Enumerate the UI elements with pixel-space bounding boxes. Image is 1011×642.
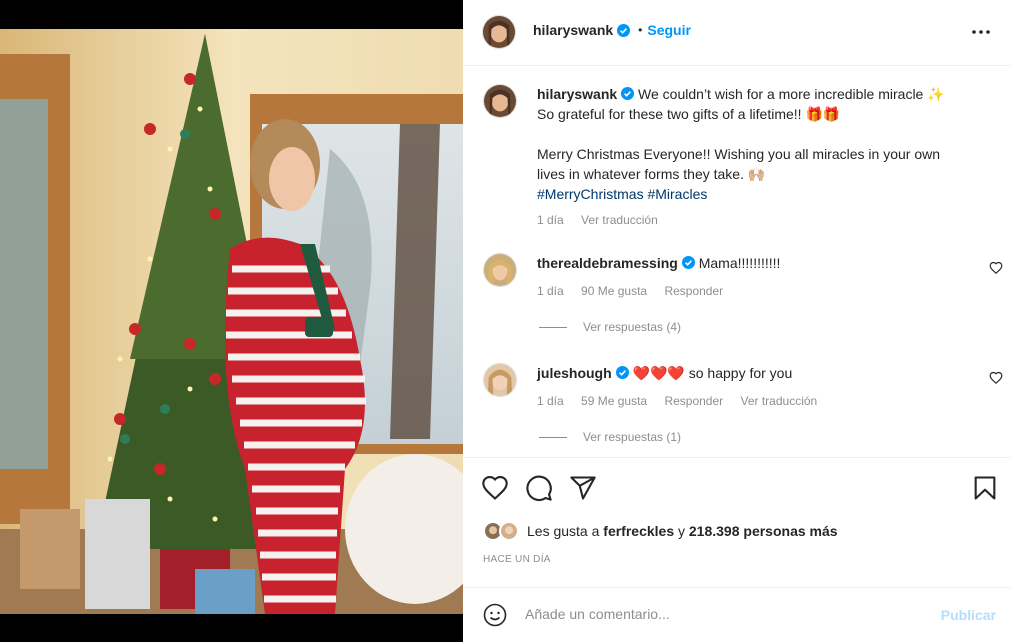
comment-age: 1 día (537, 394, 564, 408)
post-timestamp[interactable]: HACE UN DÍA (483, 554, 551, 565)
comment-username[interactable]: therealdebramessing (537, 255, 678, 271)
reply-button[interactable]: Responder (664, 394, 723, 408)
publish-button[interactable]: Publicar (941, 607, 996, 623)
comment-text: Mama!!!!!!!!!!! (698, 255, 781, 271)
caption-text: hilaryswank We couldn’t wish for a more … (537, 84, 997, 230)
comment-body: juleshough ❤️❤️❤️ so happy for you 1 día… (537, 363, 967, 411)
caption-translate-link[interactable]: Ver traducción (581, 213, 658, 227)
likes-connector: y (678, 523, 685, 539)
replies-divider (539, 436, 567, 438)
comments-list[interactable]: hilaryswank We couldn’t wish for a more … (463, 66, 1011, 457)
caption-hashtags[interactable]: #MerryChristmas #Miracles (537, 184, 997, 204)
comment-translate-link[interactable]: Ver traducción (741, 394, 818, 408)
comment-username[interactable]: juleshough (537, 365, 612, 381)
liker-avatar (499, 521, 519, 541)
caption-avatar[interactable] (483, 84, 517, 118)
comment-bubble-icon[interactable] (525, 474, 553, 502)
follow-button[interactable]: Seguir (647, 22, 691, 38)
verified-badge-icon (615, 366, 629, 379)
verified-badge-icon (617, 23, 631, 37)
post-header: hilaryswank • Seguir (463, 0, 1011, 66)
comment-body: therealdebramessing Mama!!!!!!!!!!! 1 dí… (537, 253, 967, 301)
photo-illustration (0, 29, 463, 614)
post-side-panel: hilaryswank • Seguir hilaryswank We coul… (463, 0, 1011, 642)
reply-button[interactable]: Responder (664, 284, 723, 298)
caption-meta: 1 día Ver traducción (537, 210, 997, 230)
post-photo[interactable] (0, 29, 463, 614)
caption-age: 1 día (537, 213, 564, 227)
author-avatar[interactable] (482, 15, 516, 49)
comment-like-heart-icon[interactable] (989, 371, 1003, 385)
likes-summary[interactable]: Les gusta a ferfreckles y 218.398 person… (483, 520, 838, 542)
add-comment-input[interactable] (525, 606, 925, 622)
comment-likes[interactable]: 90 Me gusta (581, 284, 647, 298)
caption-username[interactable]: hilaryswank (537, 86, 617, 102)
caption-line-1: We couldn’t wish for a more incredible m… (638, 86, 945, 102)
save-bookmark-icon[interactable] (971, 474, 999, 502)
author-username[interactable]: hilaryswank (533, 22, 613, 38)
comment-meta: 1 día 90 Me gusta Responder (537, 281, 967, 301)
comment-likes[interactable]: 59 Me gusta (581, 394, 647, 408)
verified-badge-icon (681, 256, 695, 269)
likes-others[interactable]: 218.398 personas más (689, 523, 838, 539)
emoji-smile-icon[interactable] (483, 603, 507, 627)
add-comment-bar: Publicar (463, 587, 1011, 642)
likes-prefix: Les gusta a (527, 523, 600, 539)
caption-line-2: So grateful for these two gifts of a lif… (537, 106, 841, 122)
view-replies-label[interactable]: Ver respuestas (4) (583, 320, 681, 334)
caption-line-4: lives in whatever forms they take. 🙌🏼 (537, 166, 766, 182)
like-heart-icon[interactable] (481, 474, 509, 502)
caption-line-3: Merry Christmas Everyone!! Wishing you a… (537, 146, 941, 162)
comment-text: ❤️❤️❤️ so happy for you (632, 365, 793, 381)
more-options-icon[interactable] (971, 24, 991, 40)
comment-age: 1 día (537, 284, 564, 298)
comment-avatar[interactable] (483, 253, 517, 287)
author-line: hilaryswank • Seguir (533, 22, 691, 38)
comment-like-heart-icon[interactable] (989, 261, 1003, 275)
post-actions: Les gusta a ferfreckles y 218.398 person… (463, 457, 1011, 587)
verified-badge-icon (621, 87, 635, 100)
view-replies-button[interactable]: Ver respuestas (4) (539, 320, 681, 334)
comment-meta: 1 día 59 Me gusta Responder Ver traducci… (537, 391, 967, 411)
header-separator: • (638, 23, 643, 37)
share-send-icon[interactable] (569, 474, 597, 502)
replies-divider (539, 326, 567, 328)
likes-user[interactable]: ferfreckles (603, 523, 674, 539)
comment-avatar[interactable] (483, 363, 517, 397)
post-media (0, 0, 463, 642)
view-replies-label[interactable]: Ver respuestas (1) (583, 430, 681, 444)
view-replies-button[interactable]: Ver respuestas (1) (539, 430, 681, 444)
